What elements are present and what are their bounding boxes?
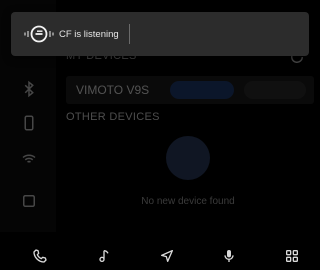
device-action-primary-button[interactable]	[170, 81, 234, 99]
voice-assistant-icon	[21, 24, 57, 44]
voice-assistant-banner[interactable]: CF is listening	[11, 12, 309, 56]
bluetooth-icon[interactable]	[18, 78, 40, 100]
add-device-hint: No new device found	[141, 196, 235, 207]
music-icon[interactable]	[94, 246, 114, 266]
apps-grid-icon[interactable]	[282, 246, 302, 266]
navigation-icon[interactable]	[157, 246, 177, 266]
device-name: VIMOTO V9S	[76, 83, 150, 97]
banner-divider	[128, 24, 130, 44]
device-row[interactable]: VIMOTO V9S	[66, 76, 314, 104]
bottom-navigation-bar	[0, 240, 320, 270]
car-display-screen: MY DEVICES VIMOTO V9S OTHER DEVICES No n…	[0, 0, 320, 270]
phone-icon[interactable]	[18, 112, 40, 134]
listening-status-text: CF is listening	[59, 28, 119, 40]
phone-icon[interactable]	[30, 246, 50, 266]
other-devices-header: OTHER DEVICES	[66, 111, 160, 123]
microphone-icon[interactable]	[219, 246, 239, 266]
device-action-secondary-button[interactable]	[244, 81, 306, 99]
add-device-icon[interactable]	[166, 136, 210, 180]
wifi-icon[interactable]	[18, 148, 40, 170]
